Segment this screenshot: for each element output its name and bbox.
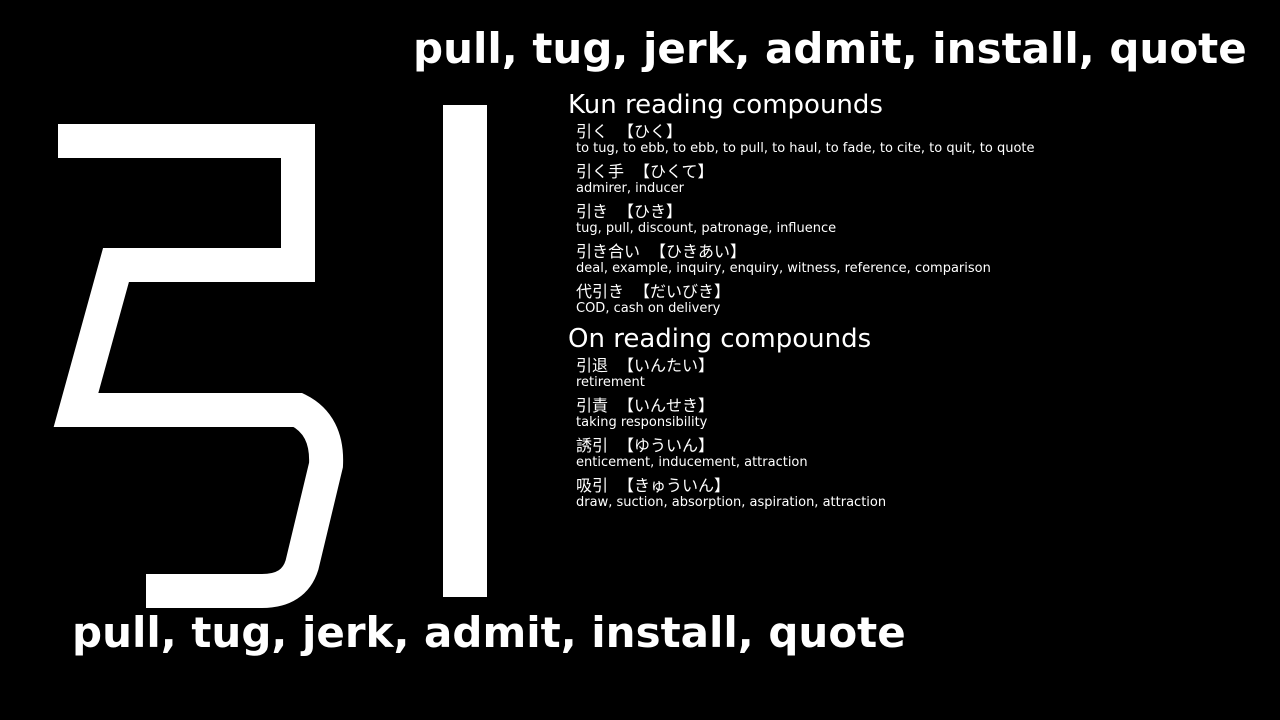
compound-reading: 【いんたい】 bbox=[618, 356, 715, 375]
compound-head: 誘引 【ゆういん】 bbox=[576, 436, 1268, 455]
compound-word: 引く bbox=[576, 122, 609, 141]
list-item: 吸引 【きゅういん】 draw, suction, absorption, asp… bbox=[576, 476, 1268, 510]
compound-head: 代引き 【だいびき】 bbox=[576, 282, 1268, 301]
compound-meaning: deal, example, inquiry, enquiry, witness… bbox=[576, 261, 991, 276]
compound-meaning: to tug, to ebb, to ebb, to pull, to haul… bbox=[576, 141, 1035, 156]
compounds-panel: Kun reading compounds 引く 【ひく】 to tug, to … bbox=[568, 88, 1268, 516]
compound-meaning: draw, suction, absorption, aspiration, a… bbox=[576, 495, 887, 510]
kanji-bow-stroke bbox=[53, 124, 344, 608]
on-compound-list: 引退 【いんたい】 retirement 引責 【いんせき】 taking resp… bbox=[568, 356, 1268, 510]
compound-reading: 【ひき】 bbox=[618, 202, 683, 221]
compound-meaning: enticement, inducement, attraction bbox=[576, 455, 808, 470]
kanji-vertical-stroke bbox=[443, 105, 487, 597]
compound-word: 引く手 bbox=[576, 162, 625, 181]
compound-meaning: taking responsibility bbox=[576, 415, 708, 430]
compound-meaning: retirement bbox=[576, 375, 645, 390]
list-item: 引き合い 【ひきあい】 deal, example, inquiry, enqui… bbox=[576, 242, 1268, 276]
kanji-glyph: 引 bbox=[53, 105, 487, 608]
compound-word: 誘引 bbox=[576, 436, 609, 455]
compound-word: 代引き bbox=[576, 282, 625, 301]
compound-reading: 【だいびき】 bbox=[634, 282, 731, 301]
compound-reading: 【きゅういん】 bbox=[618, 476, 731, 495]
list-item: 代引き 【だいびき】 COD, cash on delivery bbox=[576, 282, 1268, 316]
meaning-heading-bottom: pull, tug, jerk, admit, install, quote bbox=[72, 608, 906, 657]
compound-head: 引く手 【ひくて】 bbox=[576, 162, 1268, 181]
compound-reading: 【ゆういん】 bbox=[618, 436, 715, 455]
compound-head: 引退 【いんたい】 bbox=[576, 356, 1268, 375]
kun-compound-list: 引く 【ひく】 to tug, to ebb, to ebb, to pull, … bbox=[568, 122, 1268, 316]
compound-head: 吸引 【きゅういん】 bbox=[576, 476, 1268, 495]
compound-meaning: COD, cash on delivery bbox=[576, 301, 721, 316]
compound-word: 引退 bbox=[576, 356, 609, 375]
compound-word: 引責 bbox=[576, 396, 609, 415]
compound-head: 引く 【ひく】 bbox=[576, 122, 1268, 141]
list-item: 引責 【いんせき】 taking responsibility bbox=[576, 396, 1268, 430]
compound-word: 引き bbox=[576, 202, 609, 221]
list-item: 引き 【ひき】 tug, pull, discount, patronage, i… bbox=[576, 202, 1268, 236]
compound-reading: 【ひきあい】 bbox=[650, 242, 747, 261]
compound-word: 引き合い bbox=[576, 242, 641, 261]
list-item: 引退 【いんたい】 retirement bbox=[576, 356, 1268, 390]
compound-head: 引き 【ひき】 bbox=[576, 202, 1268, 221]
compound-meaning: tug, pull, discount, patronage, influenc… bbox=[576, 221, 837, 236]
compound-reading: 【ひく】 bbox=[618, 122, 683, 141]
compound-word: 吸引 bbox=[576, 476, 609, 495]
on-section-title: On reading compounds bbox=[568, 324, 872, 354]
meaning-heading-top: pull, tug, jerk, admit, install, quote bbox=[413, 24, 1247, 73]
compound-reading: 【いんせき】 bbox=[618, 396, 715, 415]
compound-head: 引責 【いんせき】 bbox=[576, 396, 1268, 415]
list-item: 引く手 【ひくて】 admirer, inducer bbox=[576, 162, 1268, 196]
compound-reading: 【ひくて】 bbox=[634, 162, 714, 181]
kun-section-title: Kun reading compounds bbox=[568, 90, 883, 120]
list-item: 引く 【ひく】 to tug, to ebb, to ebb, to pull, … bbox=[576, 122, 1268, 156]
compound-meaning: admirer, inducer bbox=[576, 181, 684, 196]
compound-head: 引き合い 【ひきあい】 bbox=[576, 242, 1268, 261]
list-item: 誘引 【ゆういん】 enticement, inducement, attract… bbox=[576, 436, 1268, 470]
